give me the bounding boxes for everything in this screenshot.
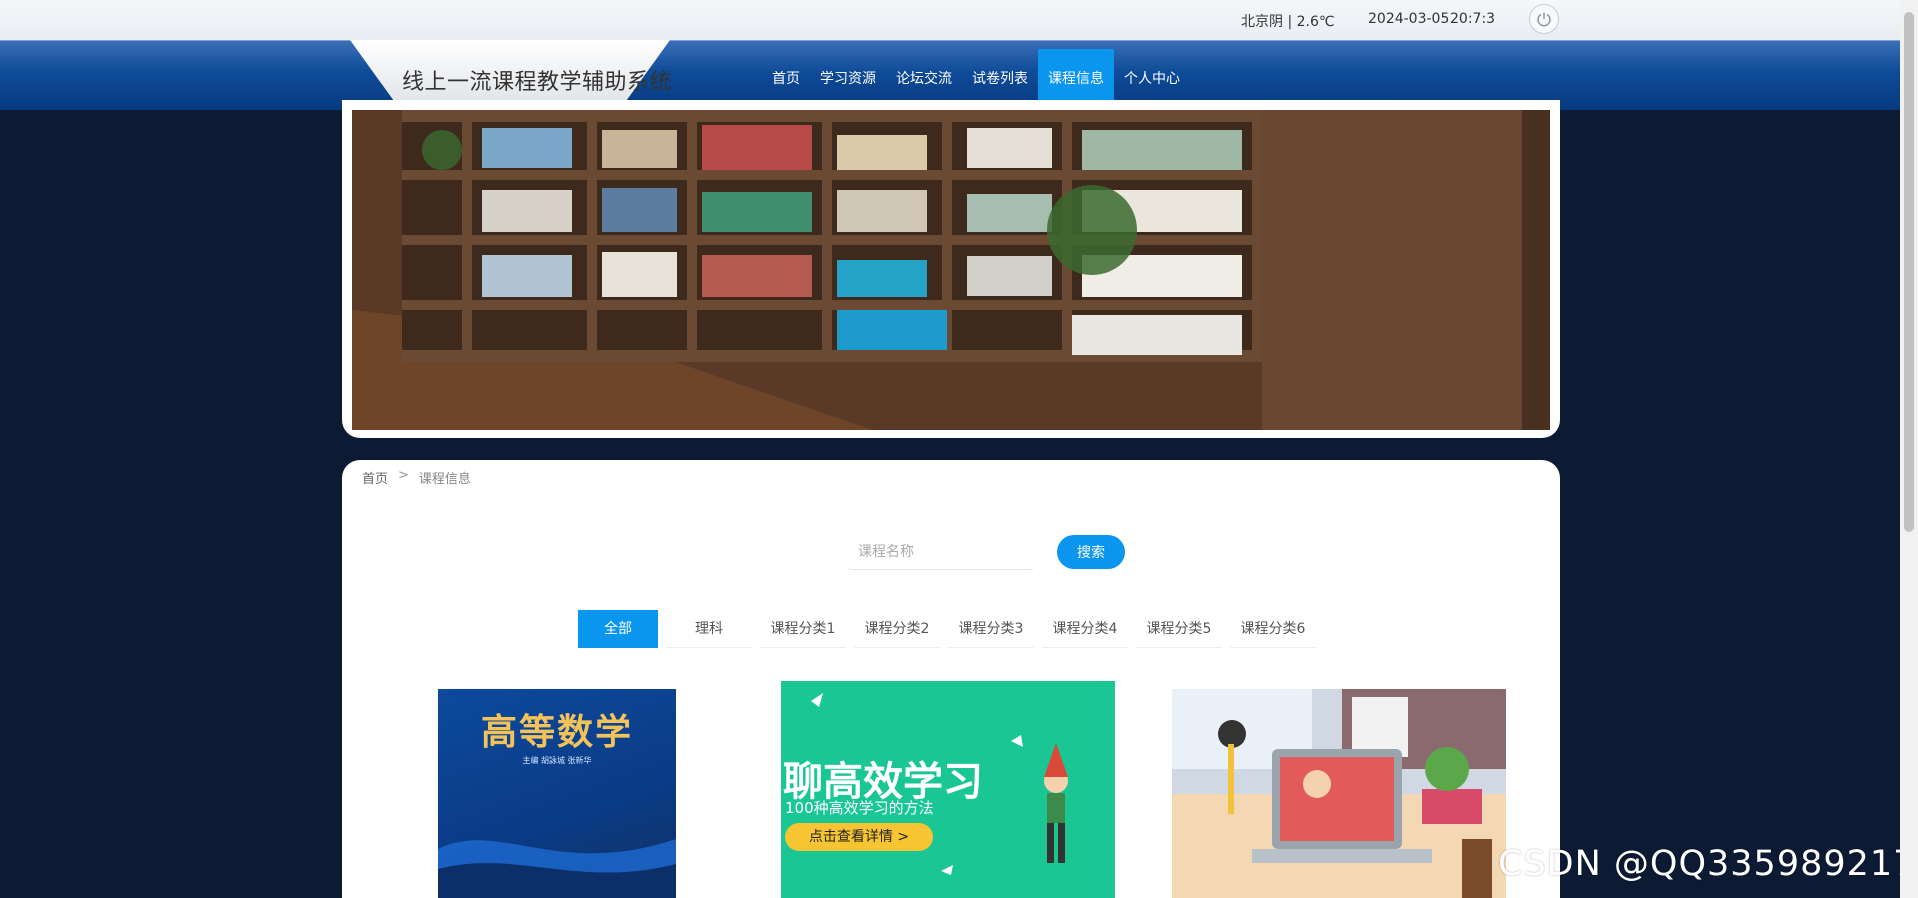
category-tab-6[interactable]: 课程分类6 xyxy=(1230,610,1316,648)
category-tab-3[interactable]: 课程分类3 xyxy=(948,610,1034,648)
course-card-advanced-math[interactable]: 高等数学 主编 胡詠城 张新华 xyxy=(438,689,676,898)
weather-text: 北京阴 | 2.6℃ xyxy=(1241,14,1335,30)
category-tab-5[interactable]: 课程分类5 xyxy=(1136,610,1222,648)
breadcrumb-home[interactable]: 首页 xyxy=(362,468,388,487)
category-tab-4[interactable]: 课程分类4 xyxy=(1042,610,1128,648)
bookshelf-illustration xyxy=(352,110,1550,430)
power-icon xyxy=(1537,12,1551,27)
time-text: 20:7:3 xyxy=(1450,11,1496,27)
category-tab-2[interactable]: 课程分类2 xyxy=(854,610,940,648)
category-tabs: 全部 理科 课程分类1 课程分类2 课程分类3 课程分类4 课程分类5 课程分类… xyxy=(578,610,1316,648)
course-card-efficient-learning[interactable]: 聊高效学习 100种高效学习的方法 点击查看详情 > xyxy=(781,681,1115,898)
search-button[interactable]: 搜索 xyxy=(1057,535,1125,569)
online-class-illustration xyxy=(1172,689,1506,898)
site-title: 线上一流课程教学辅助系统 xyxy=(402,70,673,95)
date-text: 2024-03-05 xyxy=(1368,11,1450,27)
banner-image xyxy=(352,110,1550,430)
course-name-search-input[interactable] xyxy=(848,534,1034,570)
category-tab-science[interactable]: 理科 xyxy=(666,610,752,648)
top-utility-bar xyxy=(0,0,1900,40)
breadcrumb: 首页 > 课程信息 xyxy=(362,468,471,487)
breadcrumb-separator: > xyxy=(398,468,409,483)
wave-decoration xyxy=(438,839,676,898)
watermark: CSDN @QQ3359892174 xyxy=(1498,844,1918,884)
student-illustration xyxy=(811,693,1068,875)
category-tab-1[interactable]: 课程分类1 xyxy=(760,610,846,648)
power-button[interactable] xyxy=(1529,4,1559,34)
scrollbar-thumb[interactable] xyxy=(1904,12,1914,532)
course-card-online-class[interactable] xyxy=(1172,689,1506,898)
breadcrumb-current: 课程信息 xyxy=(418,472,471,487)
category-tab-all[interactable]: 全部 xyxy=(578,610,658,648)
